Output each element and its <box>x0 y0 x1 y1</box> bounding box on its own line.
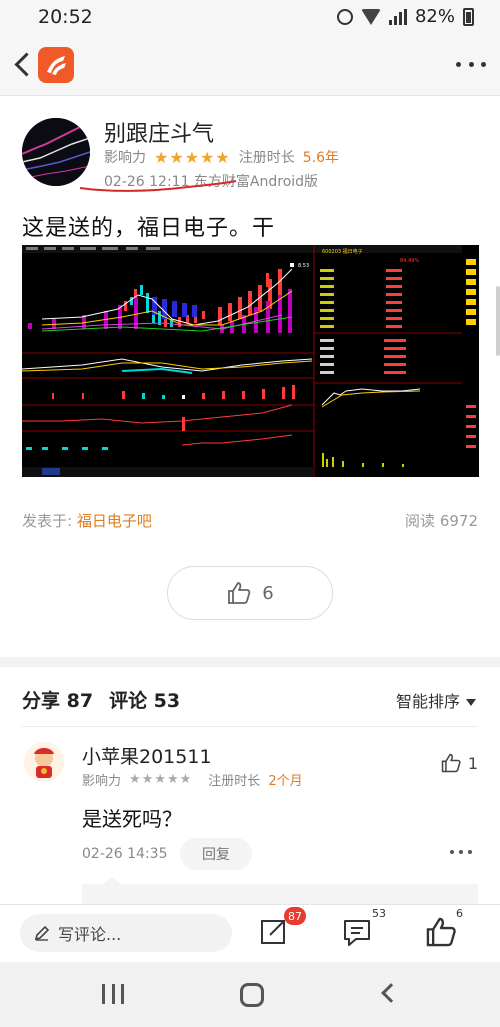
share-button[interactable]: 87 <box>256 907 306 951</box>
bottom-toolbar: 写评论... 87 53 6 <box>0 904 500 962</box>
more-options-button[interactable] <box>456 54 486 74</box>
post-like-button[interactable]: 6 <box>167 566 333 620</box>
sort-dropdown[interactable]: 智能排序 <box>396 688 476 712</box>
posted-in: 发表于: 福日电子吧 <box>22 510 152 531</box>
thumbs-up-icon <box>441 753 461 773</box>
alarm-icon <box>336 8 353 25</box>
posted-in-bar-link[interactable]: 福日电子吧 <box>77 512 152 530</box>
comment-like-button[interactable]: 1 <box>440 752 478 774</box>
section-divider <box>0 657 500 667</box>
stock-change: 84.49% <box>400 258 419 264</box>
divider <box>22 726 478 727</box>
commenter-meta: 影响力 ★★★★★ 注册时长 2个月 <box>82 770 303 789</box>
comment-more-button[interactable] <box>450 850 472 856</box>
author-avatar[interactable] <box>22 118 90 186</box>
author-meta: 影响力 ★★★★★ 注册时长 5.6年 <box>104 147 339 167</box>
like-badge: 6 <box>456 907 463 920</box>
stock-code-name: 600203 福日电子 <box>322 248 363 255</box>
battery-percent: 82% <box>414 6 455 27</box>
comment-badge: 53 <box>372 907 386 920</box>
post-like-count: 6 <box>262 582 274 604</box>
comment-time: 02-26 14:35 <box>82 846 168 862</box>
status-time: 20:52 <box>38 6 93 28</box>
app-header <box>0 34 500 96</box>
comment-icon <box>344 920 370 946</box>
system-back-button[interactable] <box>381 983 401 1003</box>
thumbs-up-icon <box>426 917 456 947</box>
share-count-tab[interactable]: 分享 87 <box>22 686 93 713</box>
reg-label: 注册时长 <box>238 150 295 166</box>
system-nav-bar <box>0 962 500 1027</box>
stock-high-label: 8.53 <box>298 263 309 269</box>
status-icons: 82% <box>336 6 474 27</box>
commenter-avatar[interactable] <box>24 742 64 782</box>
status-bar: 20:52 82% <box>0 0 500 34</box>
caret-down-icon <box>466 699 476 706</box>
author-name[interactable]: 别跟庄斗气 <box>104 116 214 148</box>
write-comment-input[interactable]: 写评论... <box>20 914 232 952</box>
battery-icon <box>463 7 474 26</box>
post-text: 这是送的，福日电子。干 <box>22 216 276 241</box>
stock-chart-image[interactable]: 8.53 600203 福日电子 84.49% <box>22 245 479 477</box>
posted-in-label: 发表于: <box>22 512 73 530</box>
wifi-icon <box>360 8 381 25</box>
scrollbar[interactable] <box>496 286 500 356</box>
comment-count-tab[interactable]: 评论 53 <box>109 686 180 713</box>
reply-button[interactable]: 回复 <box>180 838 252 870</box>
thumbs-up-icon <box>228 582 251 604</box>
influence-stars: ★★★★★ <box>154 147 231 167</box>
like-button[interactable]: 6 <box>424 907 464 951</box>
eastmoney-logo-icon <box>38 47 74 83</box>
comment-text: 是送死吗？ <box>82 807 182 831</box>
comment-button[interactable]: 53 <box>340 907 386 951</box>
commenter-influence-label: 影响力 <box>82 774 122 789</box>
commenter-reg-value: 2个月 <box>268 774 303 789</box>
reg-value: 5.6年 <box>302 150 339 166</box>
commenter-name[interactable]: 小苹果201511 <box>82 742 212 769</box>
read-count: 阅读 6972 <box>405 512 478 530</box>
commenter-stars: ★★★★★ <box>129 772 193 787</box>
sort-label: 智能排序 <box>395 692 460 711</box>
reply-preview-box <box>82 876 478 904</box>
pencil-icon <box>34 925 50 941</box>
share-badge: 87 <box>284 907 306 925</box>
home-button[interactable] <box>240 983 264 1007</box>
recent-apps-button[interactable] <box>102 984 124 1004</box>
commenter-reg-label: 注册时长 <box>208 774 261 789</box>
stats-tabs: 分享 87 评论 53 <box>22 686 180 713</box>
influence-label: 影响力 <box>104 150 146 166</box>
back-button[interactable] <box>8 48 38 82</box>
handwritten-underline <box>79 180 237 192</box>
comment-like-count: 1 <box>467 753 478 773</box>
write-comment-placeholder: 写评论... <box>58 925 122 944</box>
signal-icon <box>388 8 407 25</box>
